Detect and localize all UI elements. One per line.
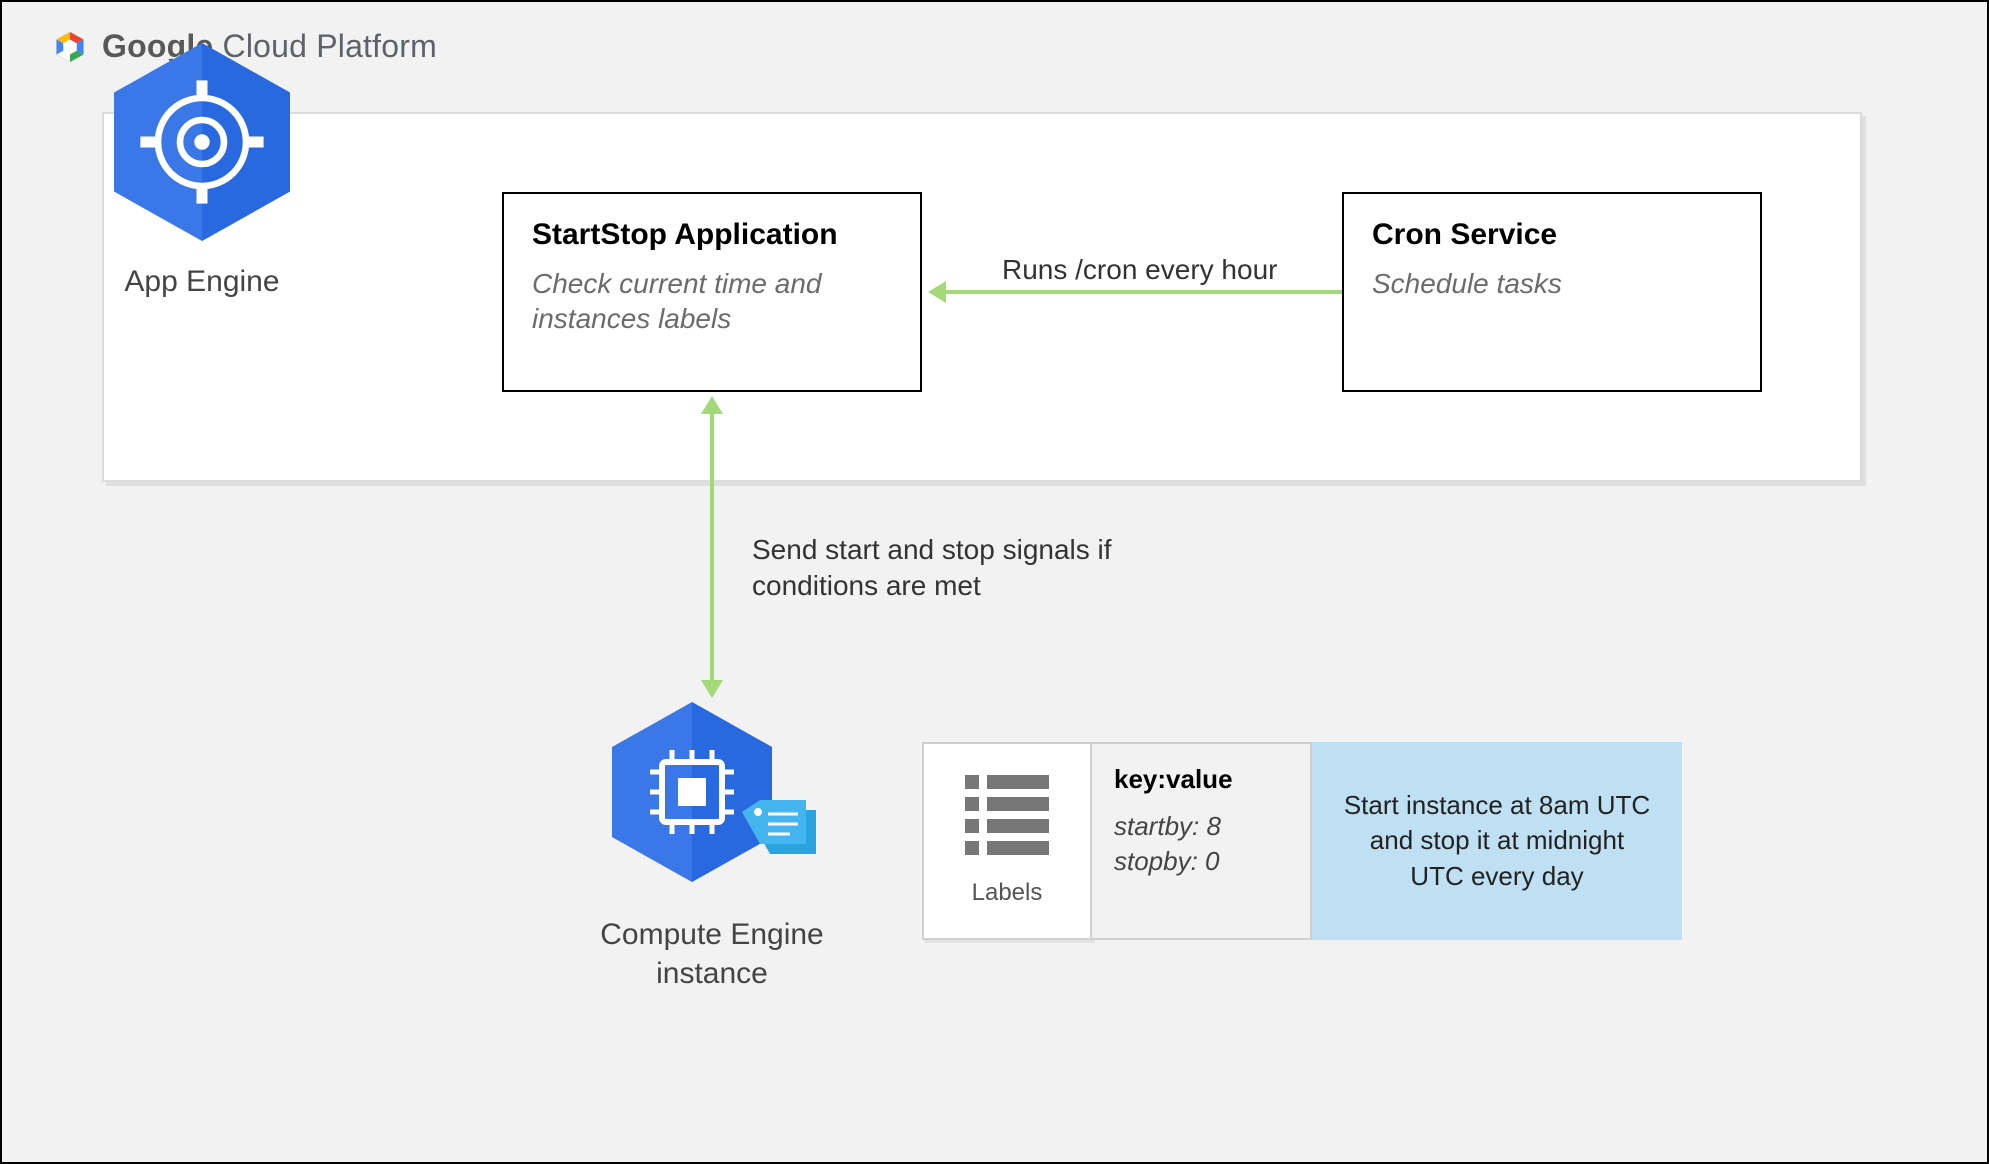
diagram-canvas: Google Cloud Platform App Engine StartSt… — [0, 0, 1989, 1164]
startstop-subtitle: Check current time and instances labels — [532, 266, 892, 336]
labels-caption: Labels — [972, 879, 1043, 907]
cron-title: Cron Service — [1372, 218, 1732, 252]
app-engine-label: App Engine — [72, 265, 332, 299]
edge-label-compute: Send start and stop signals if condition… — [752, 532, 1152, 605]
compute-engine-block: Compute Engine instance — [562, 682, 862, 993]
compute-engine-icon — [592, 682, 832, 902]
arrowhead-cron-to-app — [928, 281, 946, 303]
startstop-box: StartStop Application Check current time… — [502, 192, 922, 392]
kv-line-0: startby: 8 — [1114, 809, 1288, 844]
kv-line-1: stopby: 0 — [1114, 844, 1288, 879]
arrow-app-to-compute — [710, 412, 714, 682]
kv-title: key:value — [1114, 764, 1288, 795]
labels-panel: Labels key:value startby: 8 stopby: 0 St… — [922, 742, 1682, 940]
cron-subtitle: Schedule tasks — [1372, 266, 1732, 301]
app-engine-block: App Engine — [72, 32, 332, 299]
compute-engine-label: Compute Engine instance — [562, 915, 862, 993]
list-icon — [965, 775, 1049, 863]
labels-icon-box: Labels — [922, 742, 1092, 940]
app-engine-icon — [92, 32, 312, 252]
edge-label-cron: Runs /cron every hour — [1002, 252, 1322, 288]
kv-box: key:value startby: 8 stopby: 0 — [1092, 742, 1312, 940]
cron-box: Cron Service Schedule tasks — [1342, 192, 1762, 392]
labels-description: Start instance at 8am UTC and stop it at… — [1312, 742, 1682, 940]
arrow-cron-to-app — [946, 290, 1342, 294]
startstop-title: StartStop Application — [532, 218, 892, 252]
arrowhead-up — [701, 396, 723, 414]
